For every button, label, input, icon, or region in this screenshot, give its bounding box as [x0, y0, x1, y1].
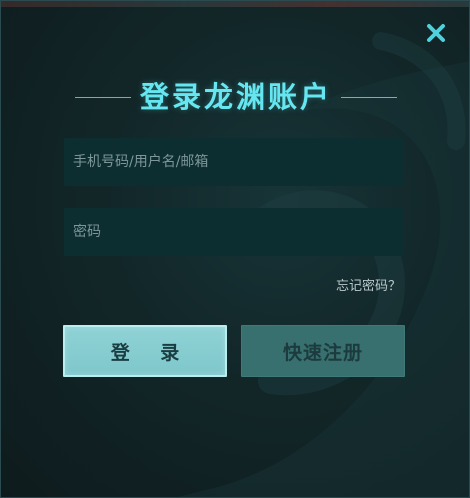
title-right-line — [341, 96, 397, 98]
login-button[interactable]: 登 录 — [63, 325, 227, 377]
login-dialog: 登录龙渊账户 忘记密码？ 登 录 快速注册 — [0, 0, 470, 498]
close-icon — [427, 24, 445, 42]
close-button[interactable] — [425, 22, 447, 44]
title-left-line — [74, 96, 131, 98]
forgot-password-link[interactable]: 忘记密码？ — [336, 278, 401, 296]
password-input[interactable] — [64, 208, 404, 256]
page-title: 登录龙渊账户 — [139, 80, 332, 114]
title-row: 登录龙渊账户 — [1, 77, 469, 117]
account-input[interactable] — [64, 138, 404, 186]
background-top-strip — [1, 1, 469, 7]
register-button[interactable]: 快速注册 — [241, 325, 405, 377]
